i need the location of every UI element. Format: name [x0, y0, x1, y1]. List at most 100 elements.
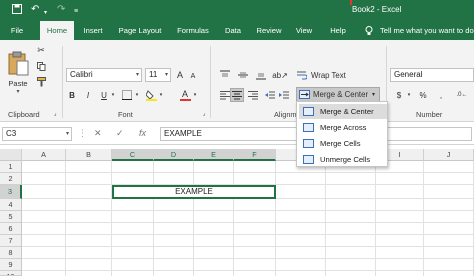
- row-header[interactable]: 2: [0, 173, 22, 185]
- tab-home[interactable]: Home: [40, 21, 74, 40]
- underline-button[interactable]: U: [98, 88, 110, 102]
- wrap-text-label: Wrap Text: [311, 70, 346, 80]
- chevron-down-icon[interactable]: ▾: [110, 90, 116, 100]
- font-size-select[interactable]: 11 ▾: [145, 68, 171, 82]
- italic-button[interactable]: I: [82, 88, 94, 102]
- ribbon-tabs: File Home Insert Page Layout Formulas Da…: [0, 21, 474, 40]
- cancel-icon[interactable]: ✕: [94, 128, 102, 139]
- comma-style-icon[interactable]: ,: [434, 88, 448, 102]
- row-header[interactable]: 4: [0, 199, 22, 211]
- font-name-select[interactable]: Calibri ▾: [66, 68, 142, 82]
- row-header[interactable]: 3: [0, 185, 22, 199]
- tab-page-layout[interactable]: Page Layout: [113, 21, 167, 40]
- number-format-select[interactable]: General: [390, 68, 474, 82]
- copy-icon[interactable]: [34, 60, 48, 72]
- column-header[interactable]: D: [154, 149, 194, 161]
- increase-decimal-icon[interactable]: .0←: [452, 88, 472, 102]
- column-header[interactable]: A: [22, 149, 66, 161]
- title-bar: ↶ ▾ ↷ ≡ Book2 - Excel: [0, 0, 474, 21]
- merge-cells-icon: [303, 139, 314, 148]
- font-launcher-icon[interactable]: ⌟: [200, 109, 208, 117]
- align-right-icon[interactable]: [246, 88, 260, 102]
- menu-item-merge-cells[interactable]: Merge Cells: [299, 136, 387, 151]
- select-all-corner[interactable]: [0, 149, 22, 161]
- format-painter-icon[interactable]: [34, 76, 48, 88]
- orientation-icon[interactable]: ab↗: [272, 68, 288, 82]
- undo-icon[interactable]: ↶: [31, 4, 39, 16]
- enter-icon[interactable]: ✓: [116, 128, 124, 139]
- separator: [62, 46, 63, 118]
- gridline: [22, 270, 474, 271]
- paste-button[interactable]: Paste ▾: [4, 46, 32, 100]
- merge-center-label: Merge & Center: [313, 90, 369, 99]
- column-header[interactable]: E: [194, 149, 234, 161]
- decrease-font-size-icon[interactable]: A: [187, 70, 199, 82]
- decrease-indent-icon[interactable]: [264, 88, 276, 102]
- tab-file[interactable]: File: [4, 21, 30, 40]
- row-header[interactable]: 7: [0, 235, 22, 247]
- merged-cell-c3-f3[interactable]: EXAMPLE: [112, 185, 276, 199]
- tell-me-search[interactable]: Tell me what you want to do: [380, 21, 474, 40]
- column-header[interactable]: F: [234, 149, 276, 161]
- percent-icon[interactable]: %: [416, 88, 430, 102]
- name-box[interactable]: C3 ▾: [2, 127, 72, 141]
- increase-indent-icon[interactable]: [278, 88, 290, 102]
- row-header[interactable]: 6: [0, 223, 22, 235]
- row-header[interactable]: 9: [0, 259, 22, 271]
- wrap-text-button[interactable]: Wrap Text: [294, 68, 352, 82]
- save-icon[interactable]: [12, 4, 22, 18]
- menu-item-merge-across[interactable]: Merge Across: [299, 120, 387, 135]
- menu-item-merge-center[interactable]: Merge & Center: [299, 104, 387, 119]
- top-align-icon[interactable]: [218, 68, 232, 82]
- clipboard-launcher-icon[interactable]: ⌟: [51, 109, 59, 117]
- window-title: Book2 - Excel: [352, 5, 402, 14]
- currency-icon[interactable]: $: [392, 88, 406, 102]
- fill-color-icon[interactable]: [144, 88, 158, 102]
- redo-icon[interactable]: ↷: [57, 4, 65, 16]
- worksheet-grid[interactable]: A B C D E F G H I J 1 2 3 4 5 6 7 8 9 10: [0, 149, 474, 276]
- customize-toolbar-icon[interactable]: ≡: [74, 6, 78, 18]
- row-header[interactable]: 5: [0, 211, 22, 223]
- menu-item-label: Merge Cells: [320, 139, 361, 148]
- chevron-down-icon[interactable]: ▾: [134, 90, 140, 100]
- merge-across-icon: [303, 123, 314, 132]
- chevron-down-icon[interactable]: ▾: [406, 90, 412, 100]
- tab-insert[interactable]: Insert: [78, 21, 108, 40]
- tab-view[interactable]: View: [292, 21, 316, 40]
- row-header[interactable]: 10: [0, 271, 22, 276]
- tab-formulas[interactable]: Formulas: [172, 21, 214, 40]
- undo-dropdown-icon[interactable]: ▾: [44, 7, 47, 19]
- chevron-down-icon[interactable]: ▾: [192, 90, 198, 100]
- middle-align-icon[interactable]: [236, 68, 250, 82]
- increase-font-size-icon[interactable]: A: [174, 68, 186, 81]
- gridline: [22, 234, 474, 235]
- insert-function-icon[interactable]: fx: [139, 128, 146, 138]
- tab-data[interactable]: Data: [220, 21, 246, 40]
- font-size-value: 11: [149, 70, 158, 79]
- align-center-icon[interactable]: [230, 88, 244, 102]
- chevron-down-icon[interactable]: ▾: [158, 90, 164, 100]
- cut-icon[interactable]: ✂: [34, 44, 48, 56]
- merge-icon: [299, 90, 310, 99]
- merge-dropdown-menu: Merge & Center Merge Across Merge Cells …: [296, 101, 388, 167]
- merge-center-button[interactable]: Merge & Center ▾: [296, 87, 380, 102]
- gridline: [22, 222, 474, 223]
- row-header[interactable]: 8: [0, 247, 22, 259]
- paste-label: Paste: [8, 79, 28, 88]
- font-color-icon[interactable]: A: [178, 88, 192, 102]
- tab-help[interactable]: Help: [326, 21, 350, 40]
- menu-item-unmerge-cells[interactable]: Unmerge Cells: [299, 152, 387, 167]
- number-group-label: Number: [416, 110, 443, 119]
- chevron-down-icon: ▾: [164, 72, 168, 78]
- bold-button[interactable]: B: [66, 88, 78, 102]
- column-header[interactable]: C: [112, 149, 154, 161]
- column-header[interactable]: J: [424, 149, 474, 161]
- tab-review[interactable]: Review: [252, 21, 286, 40]
- more-options-icon: ⋮: [78, 128, 87, 138]
- column-header[interactable]: B: [66, 149, 112, 161]
- bottom-align-icon[interactable]: [254, 68, 268, 82]
- paste-dropdown-icon: ▾: [16, 89, 20, 95]
- row-header[interactable]: 1: [0, 161, 22, 173]
- lightbulb-icon: [364, 21, 374, 40]
- borders-icon[interactable]: [120, 88, 134, 102]
